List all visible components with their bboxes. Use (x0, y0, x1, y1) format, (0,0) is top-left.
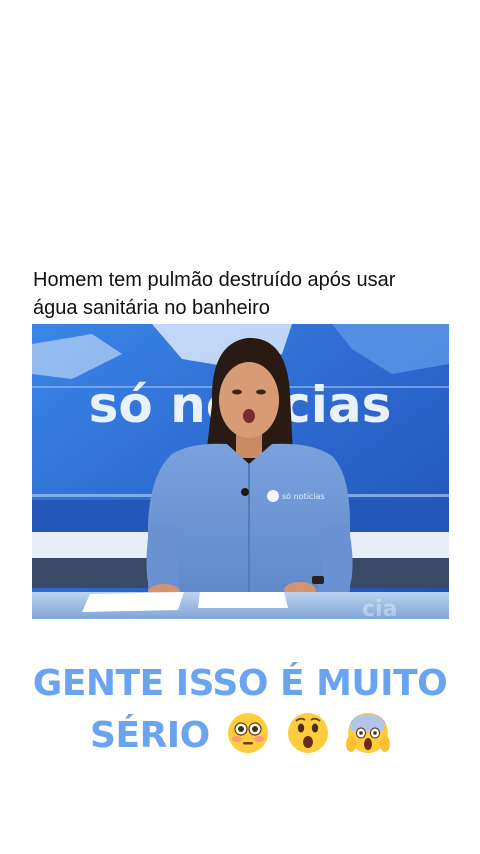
caption-line-1: GENTE ISSO É MUITO (32, 663, 448, 704)
flushed-face-icon (227, 713, 268, 753)
anchor-watch (312, 576, 324, 584)
desk-paper-right (198, 592, 288, 608)
anchor-eye-left (232, 389, 242, 395)
post-headline: Homem tem pulmão destruído após usar águ… (33, 266, 453, 322)
lapel-mic (241, 488, 249, 496)
screaming-face-icon (345, 713, 390, 753)
news-scene: só notícias só notícias cia (32, 324, 449, 619)
anchor-arm-right (316, 524, 353, 596)
desk-paper-left (82, 592, 184, 612)
caption-line-2-wrap: SÉRIO (20, 710, 460, 762)
headline-line-2: água sanitária no banheiro (33, 297, 270, 319)
anchor-face (219, 362, 279, 438)
post-caption: GENTE ISSO É MUITO SÉRIO (20, 658, 460, 762)
headline-line-1: Homem tem pulmão destruído após usar (33, 269, 396, 291)
anchor-mouth (243, 409, 255, 423)
desk-reflection: cia (362, 597, 397, 619)
shirt-logo-text: só notícias (282, 491, 325, 501)
shirt-logo-badge (267, 490, 279, 502)
news-video-frame[interactable]: só notícias só notícias cia (32, 324, 449, 619)
astonished-face-icon (287, 713, 328, 753)
caption-line-2: SÉRIO (90, 715, 210, 756)
anchor-eye-right (256, 389, 266, 395)
